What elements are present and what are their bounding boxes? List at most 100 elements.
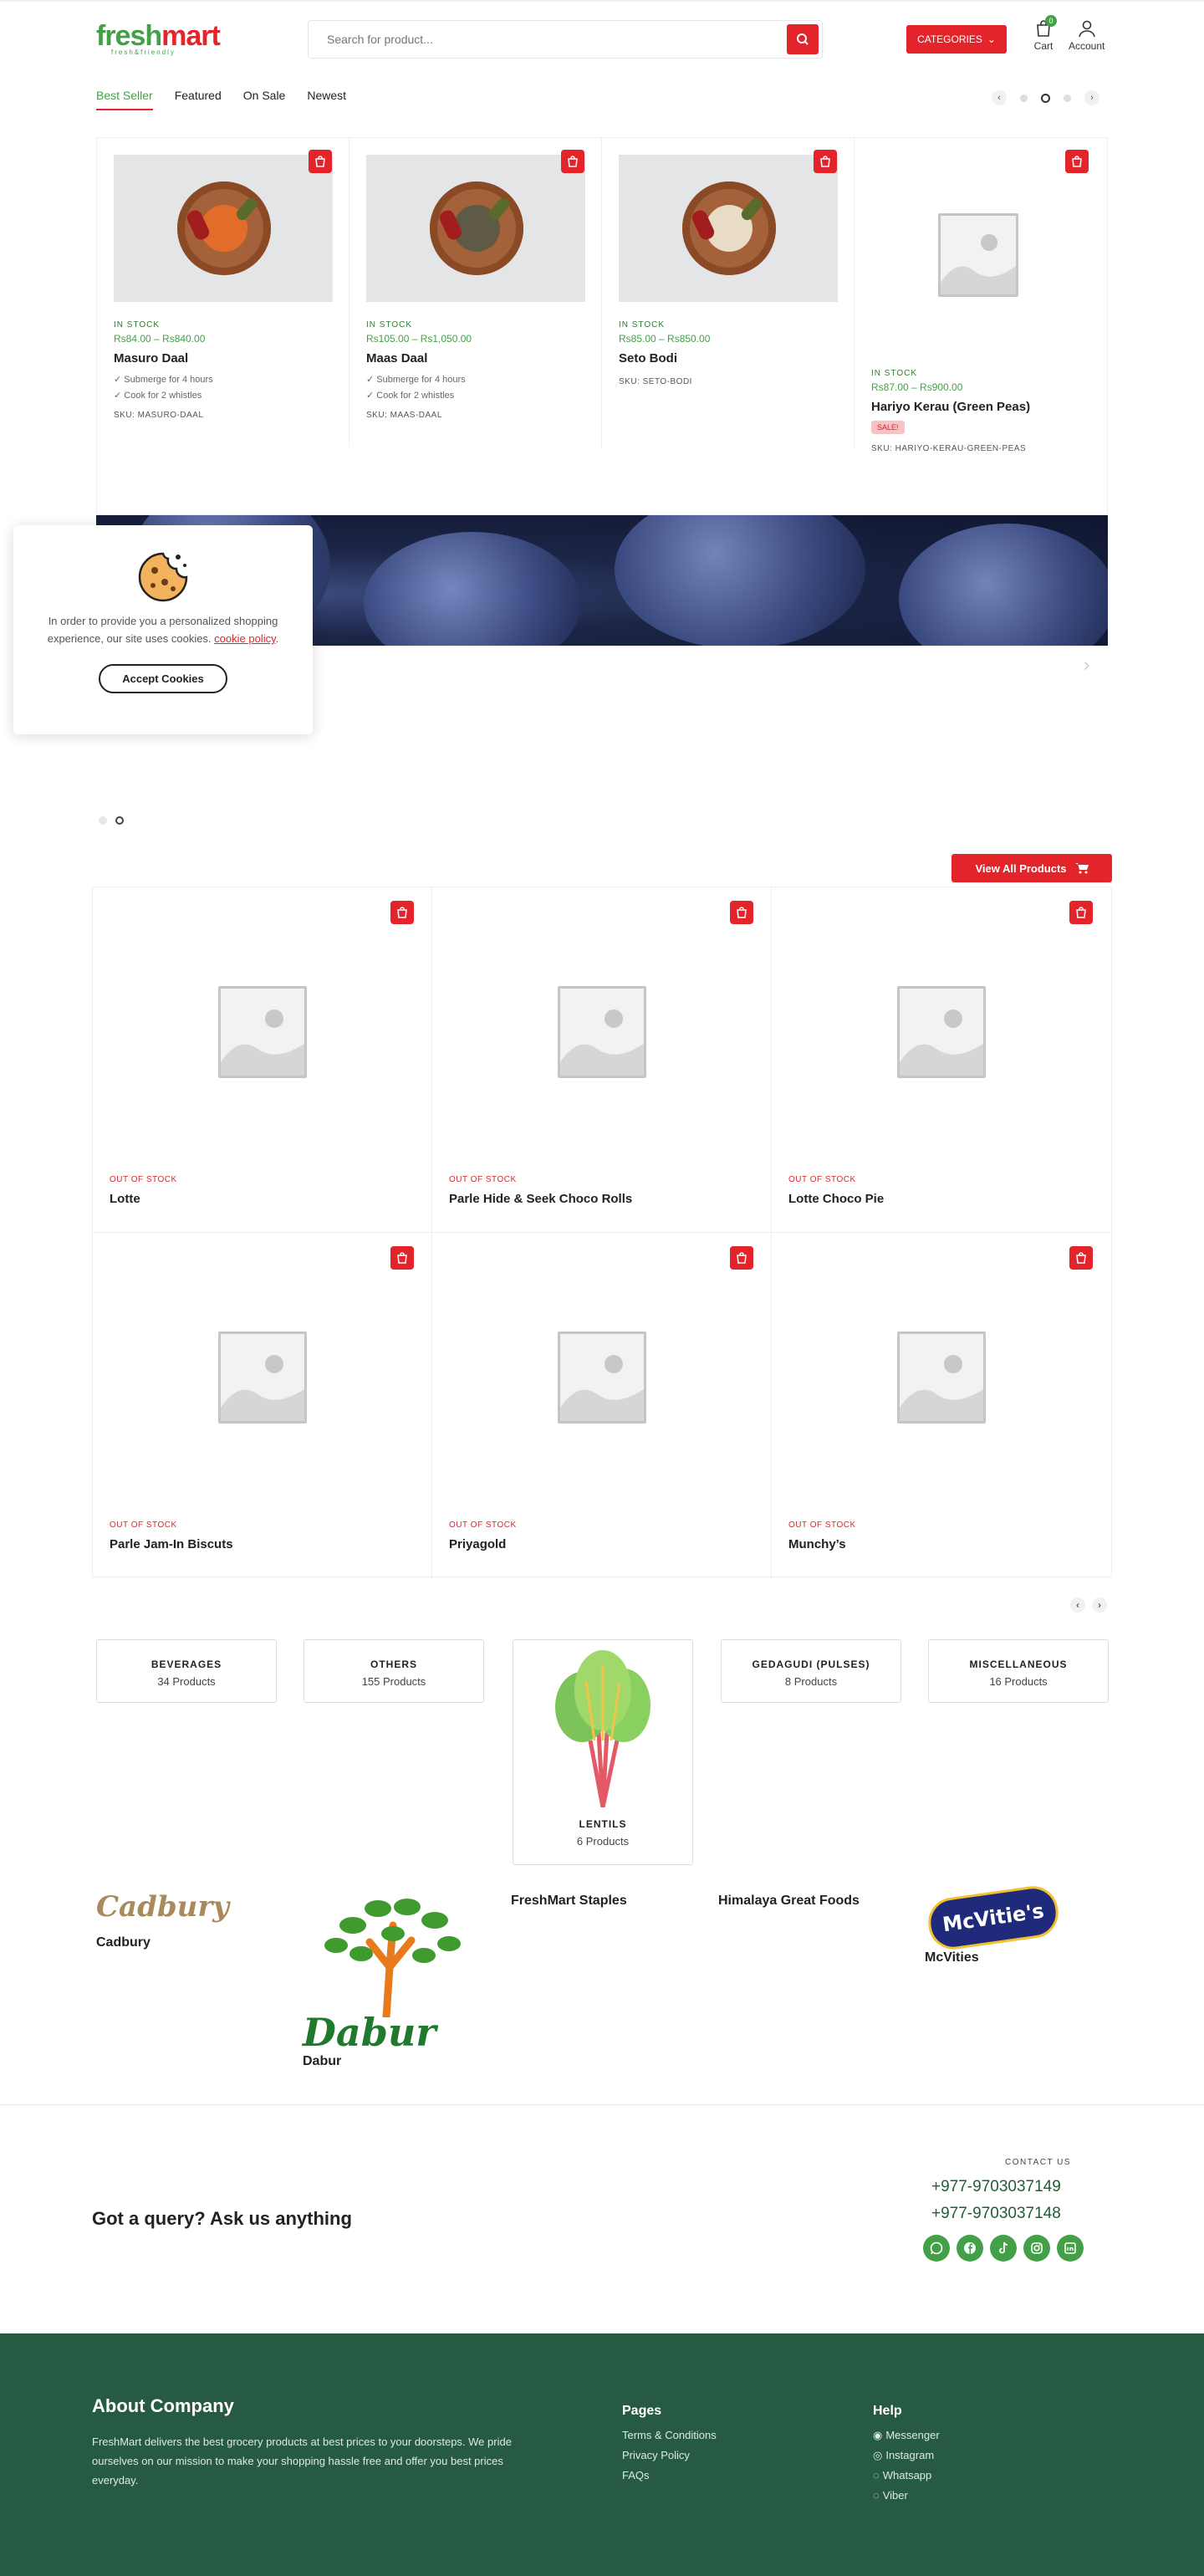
add-to-cart-button[interactable]	[390, 901, 414, 924]
next-arrow-icon[interactable]: ›	[1084, 90, 1099, 105]
categories-button[interactable]: CATEGORIES ⌄	[906, 25, 1007, 54]
add-to-cart-button[interactable]	[730, 901, 753, 924]
product-image[interactable]	[619, 155, 838, 302]
next-arrow-icon[interactable]: ›	[1092, 1597, 1107, 1613]
linkedin-icon[interactable]	[1057, 2235, 1084, 2262]
tab-on-sale[interactable]: On Sale	[243, 89, 286, 110]
banner-dot[interactable]	[99, 816, 107, 825]
product-card[interactable]: OUT OF STOCK Priyagold	[432, 1233, 772, 1578]
bag-icon	[1076, 1252, 1086, 1264]
brand-name[interactable]: Cadbury	[96, 1935, 150, 1950]
phone-number[interactable]: +977-9703037148	[931, 2205, 1061, 2223]
brand-name[interactable]: FreshMart Staples	[511, 1894, 627, 1909]
product-card[interactable]: IN STOCK Rs84.00 – Rs840.00 Masuro Daal …	[97, 138, 349, 447]
category-card[interactable]: OTHERS 155 Products	[304, 1639, 484, 1703]
brand-name[interactable]: Dabur	[303, 2054, 341, 2069]
search-button[interactable]	[787, 24, 819, 54]
product-card[interactable]: IN STOCK Rs87.00 – Rs900.00 Hariyo Kerau…	[855, 138, 1107, 514]
image-placeholder-icon	[941, 234, 1016, 294]
product-name[interactable]: Parle Hide & Seek Choco Rolls	[449, 1192, 632, 1206]
footer-link-whatsapp[interactable]: ◌ Whatsapp	[873, 2466, 940, 2486]
cart-icon	[1074, 863, 1089, 874]
mcvities-logo[interactable]: McVitie's	[925, 1883, 1062, 1953]
carousel-pager: ‹ ›	[992, 90, 1099, 105]
tab-best-seller[interactable]: Best Seller	[96, 89, 153, 110]
product-card[interactable]: OUT OF STOCK Munchy’s	[772, 1233, 1111, 1578]
image-placeholder-icon	[218, 986, 307, 1078]
category-card[interactable]: MISCELLANEOUS 16 Products	[928, 1639, 1109, 1703]
carousel-dot[interactable]	[1064, 94, 1071, 102]
footer-link-messenger[interactable]: ◉ Messenger	[873, 2425, 940, 2446]
account-button[interactable]: Account	[1069, 18, 1105, 52]
footer-link[interactable]: FAQs	[622, 2466, 717, 2486]
product-card[interactable]: IN STOCK Rs85.00 – Rs850.00 Seto Bodi SK…	[602, 138, 855, 447]
brand-cadbury[interactable]: Cadbury	[96, 1890, 229, 1924]
product-sku: SKU: MASURO-DAAL	[114, 411, 204, 420]
about-text: FreshMart delivers the best grocery prod…	[92, 2435, 512, 2487]
tab-featured[interactable]: Featured	[175, 89, 222, 110]
brand-name[interactable]: McVities	[925, 1950, 979, 1965]
site-footer: About Company FreshMart delivers the bes…	[0, 2333, 1204, 2576]
prev-arrow-icon[interactable]: ‹	[992, 90, 1007, 105]
product-card[interactable]: OUT OF STOCK Lotte Choco Pie	[772, 887, 1111, 1233]
product-card[interactable]: OUT OF STOCK Lotte	[93, 887, 432, 1233]
product-name[interactable]: Parle Jam-In Biscuts	[110, 1537, 233, 1551]
about-title: About Company	[92, 2395, 234, 2416]
product-name[interactable]: Hariyo Kerau (Green Peas)	[871, 400, 1090, 414]
product-name[interactable]: Priyagold	[449, 1537, 506, 1551]
banner-next-arrow-icon[interactable]: ›	[1084, 654, 1089, 676]
add-to-cart-button[interactable]	[814, 150, 837, 173]
add-to-cart-button[interactable]	[561, 150, 584, 173]
product-image[interactable]	[366, 155, 585, 302]
brand-name[interactable]: Himalaya Great Foods	[718, 1894, 860, 1909]
product-card[interactable]: IN STOCK Rs105.00 – Rs1,050.00 Maas Daal…	[349, 138, 602, 447]
instagram-icon[interactable]	[1023, 2235, 1050, 2262]
product-card[interactable]: OUT OF STOCK Parle Jam-In Biscuts	[93, 1233, 432, 1578]
tiktok-icon[interactable]	[990, 2235, 1017, 2262]
category-name: LENTILS	[579, 1818, 627, 1830]
product-feature: ✓ Submerge for 4 hours	[366, 375, 466, 385]
cookie-policy-link[interactable]: cookie policy	[214, 632, 275, 645]
carousel-dot-active[interactable]	[1041, 93, 1050, 103]
view-all-products-button[interactable]: View All Products	[951, 854, 1112, 882]
brand-dabur[interactable]: Dabur	[303, 1892, 487, 2056]
add-to-cart-button[interactable]	[1065, 150, 1089, 173]
product-name[interactable]: Maas Daal	[366, 351, 584, 365]
category-count: 16 Products	[989, 1675, 1048, 1688]
phone-number[interactable]: +977-9703037149	[931, 2178, 1061, 2196]
product-image[interactable]	[114, 155, 333, 302]
category-card[interactable]: GEDAGUDI (PULSES) 8 Products	[721, 1639, 901, 1703]
product-name[interactable]: Lotte	[110, 1192, 140, 1206]
footer-link-label: FAQs	[622, 2469, 650, 2481]
product-name[interactable]: Lotte Choco Pie	[788, 1192, 884, 1206]
search-input[interactable]	[309, 21, 777, 58]
site-logo[interactable]: freshmart fresh&friendly	[96, 22, 222, 60]
product-name[interactable]: Seto Bodi	[619, 351, 837, 365]
category-card-active[interactable]: LENTILS 6 Products	[513, 1639, 693, 1865]
product-carousel: IN STOCK Rs84.00 – Rs840.00 Masuro Daal …	[96, 137, 1108, 515]
carousel-dot[interactable]	[1020, 94, 1028, 102]
sale-badge: SALE!	[871, 421, 905, 434]
product-name[interactable]: Munchy’s	[788, 1537, 846, 1551]
facebook-icon[interactable]	[957, 2235, 983, 2262]
footer-link-instagram[interactable]: ◎ Instagram	[873, 2446, 940, 2466]
whatsapp-icon[interactable]	[923, 2235, 950, 2262]
category-card[interactable]: BEVERAGES 34 Products	[96, 1639, 277, 1703]
product-image-placeholder[interactable]	[871, 155, 1090, 355]
add-to-cart-button[interactable]	[309, 150, 332, 173]
add-to-cart-button[interactable]	[390, 1246, 414, 1270]
tab-newest[interactable]: Newest	[307, 89, 346, 110]
footer-link-viber[interactable]: ◌ Viber	[873, 2486, 940, 2506]
add-to-cart-button[interactable]	[1069, 901, 1093, 924]
add-to-cart-button[interactable]	[730, 1246, 753, 1270]
stock-status: OUT OF STOCK	[788, 1521, 856, 1530]
banner-dot-active[interactable]	[115, 816, 124, 825]
product-card[interactable]: OUT OF STOCK Parle Hide & Seek Choco Rol…	[432, 887, 772, 1233]
footer-link[interactable]: Terms & Conditions	[622, 2425, 717, 2446]
prev-arrow-icon[interactable]: ‹	[1070, 1597, 1085, 1613]
add-to-cart-button[interactable]	[1069, 1246, 1093, 1270]
product-name[interactable]: Masuro Daal	[114, 351, 332, 365]
cart-button[interactable]: 0 Cart	[1033, 15, 1057, 52]
footer-link[interactable]: Privacy Policy	[622, 2446, 717, 2466]
accept-cookies-button[interactable]: Accept Cookies	[99, 664, 227, 693]
